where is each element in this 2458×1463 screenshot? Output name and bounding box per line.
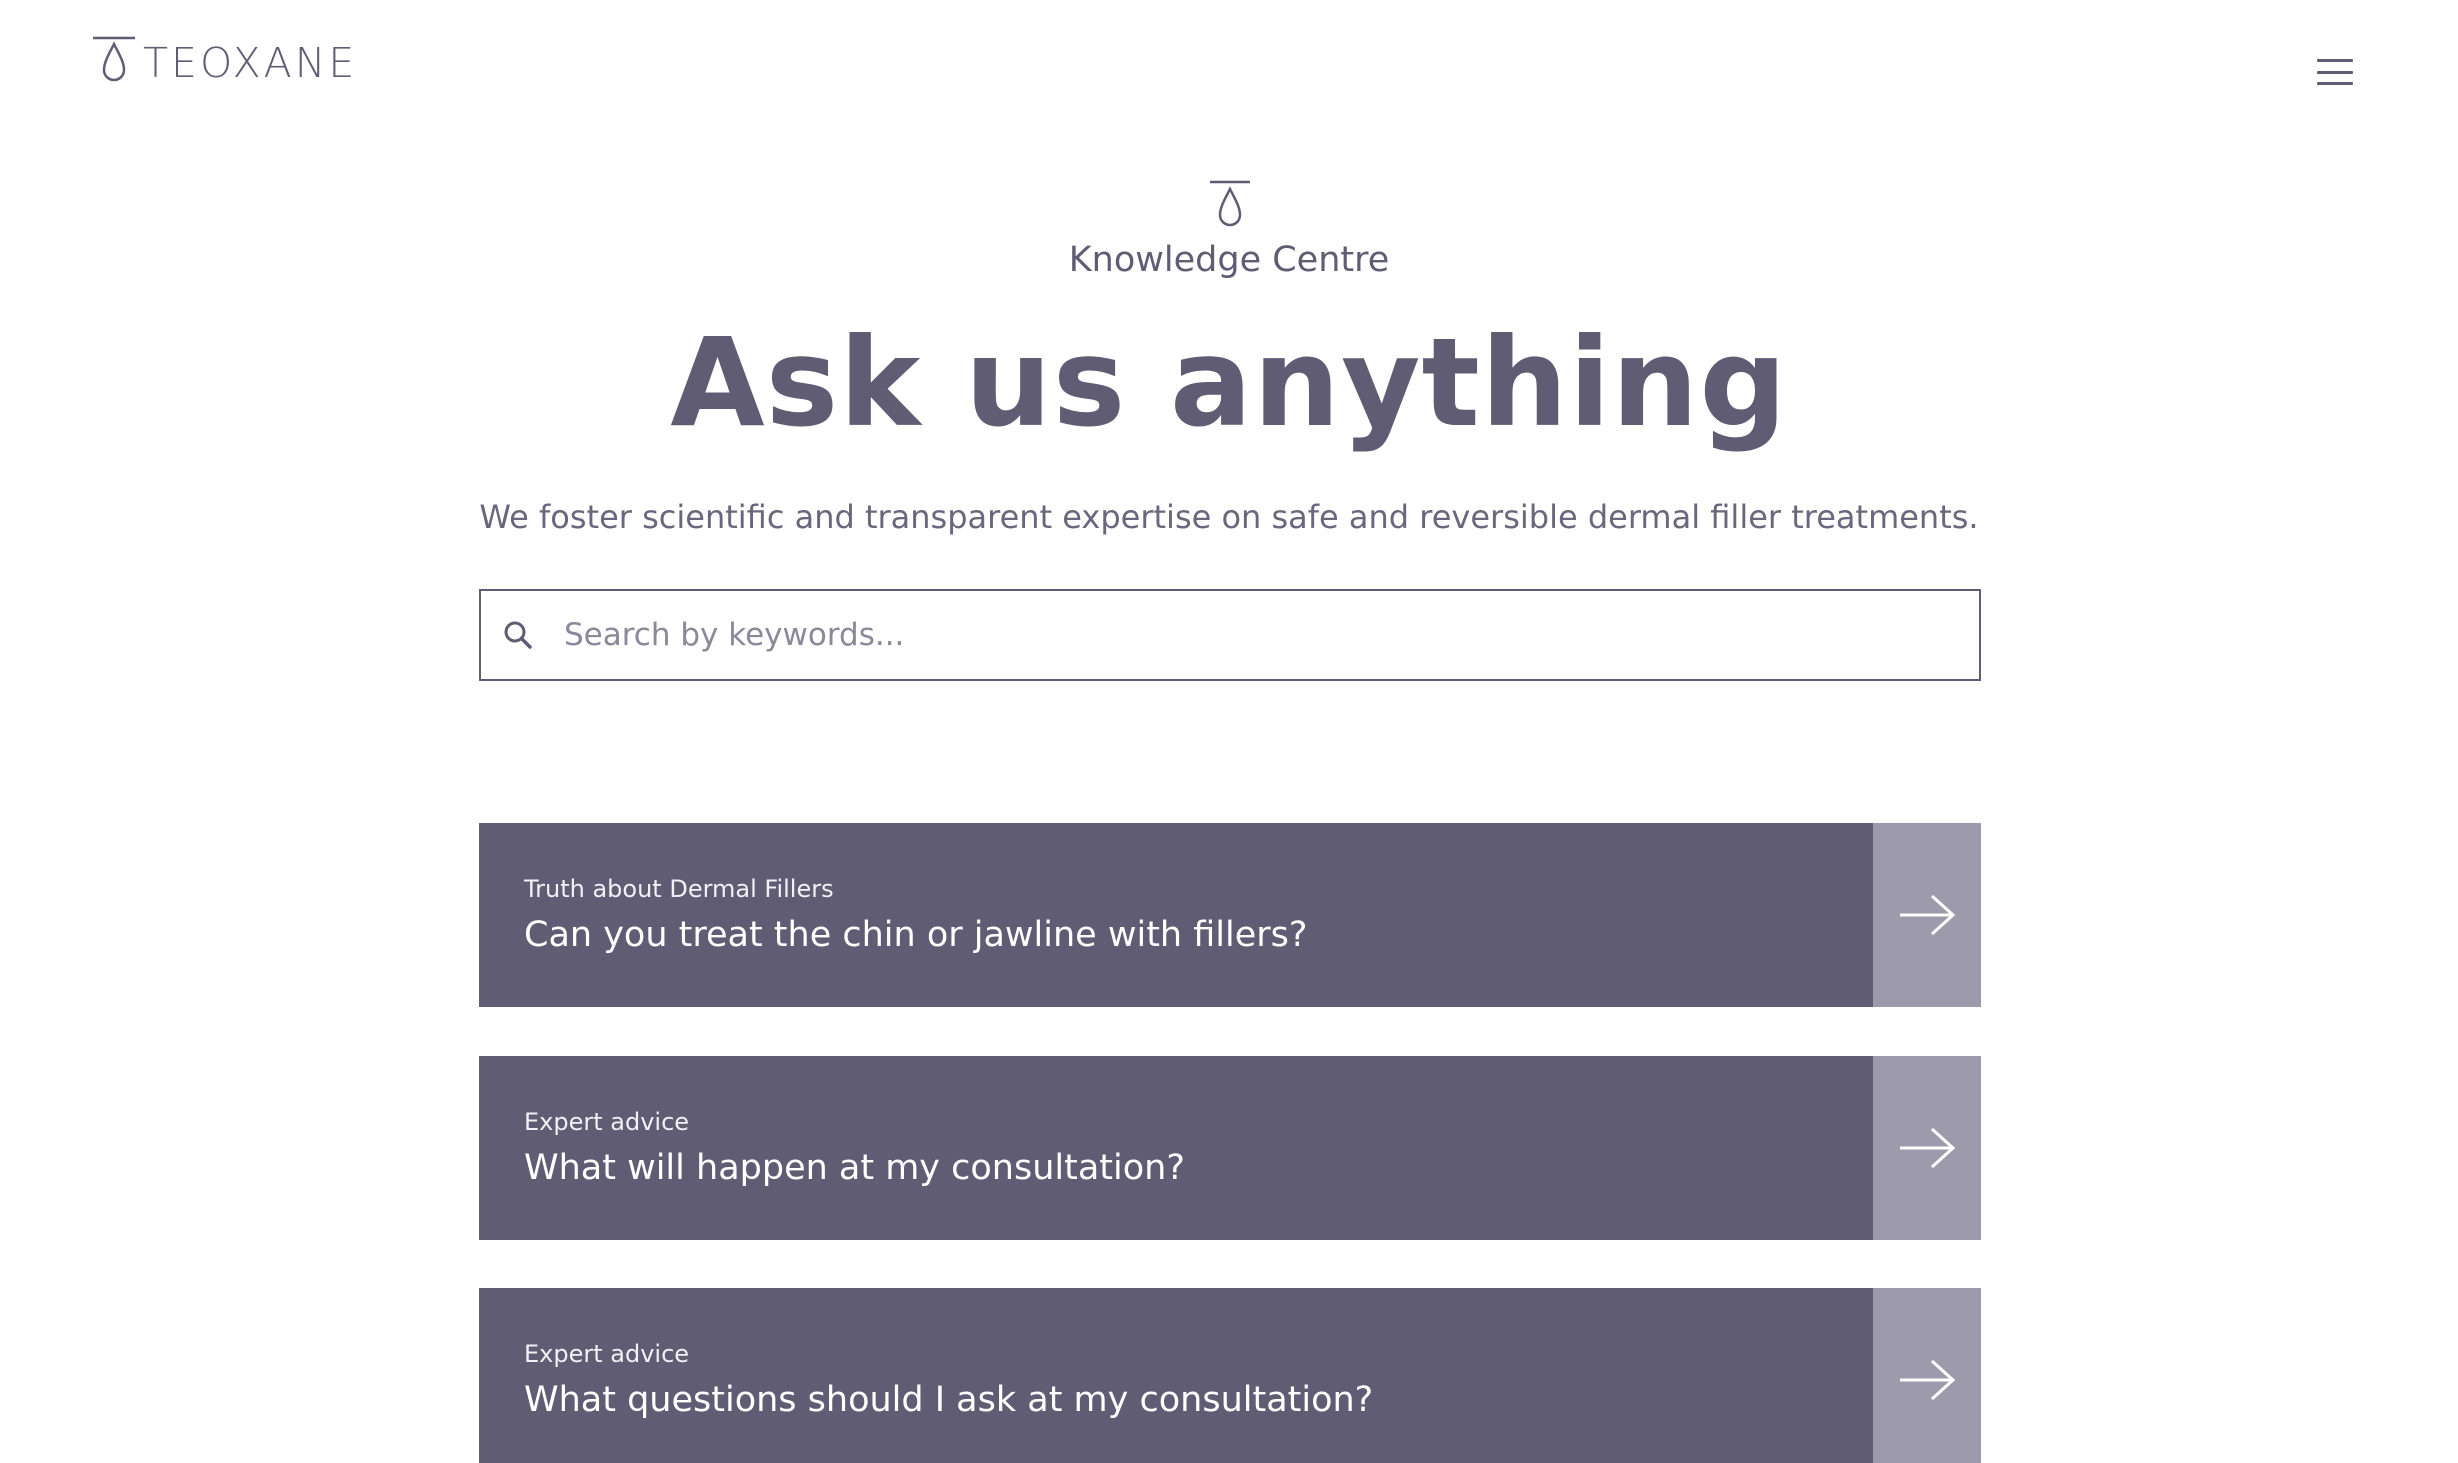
menu-line xyxy=(2317,59,2353,62)
article-card-body[interactable]: Truth about Dermal Fillers Can you treat… xyxy=(479,823,1873,1007)
article-arrow-button[interactable] xyxy=(1873,1056,1981,1240)
article-question[interactable]: Can you treat the chin or jawline with f… xyxy=(524,915,1873,955)
arrow-right-icon xyxy=(1900,894,1956,936)
arrow-right-icon xyxy=(1900,1359,1956,1401)
menu-line xyxy=(2317,82,2353,85)
teoxane-logo[interactable]: TEOXANE xyxy=(91,36,357,86)
article-arrow-button[interactable] xyxy=(1873,1288,1981,1463)
article-category: Expert advice xyxy=(524,1108,690,1136)
menu-line xyxy=(2317,70,2353,74)
article-card[interactable]: Expert advice What will happen at my con… xyxy=(479,1056,1981,1240)
search-icon[interactable] xyxy=(502,619,534,651)
page-subtitle: We foster scientific and transparent exp… xyxy=(479,498,1979,536)
article-card-body[interactable]: Expert advice What questions should I as… xyxy=(479,1288,1873,1463)
article-category: Expert advice xyxy=(524,1340,690,1368)
article-arrow-button[interactable] xyxy=(1873,823,1981,1007)
article-card[interactable]: Expert advice What questions should I as… xyxy=(479,1288,1981,1463)
search-input[interactable] xyxy=(564,591,1979,679)
article-question[interactable]: What will happen at my consultation? xyxy=(524,1148,1873,1188)
section-label: Knowledge Centre xyxy=(1068,240,1390,280)
article-card-body[interactable]: Expert advice What will happen at my con… xyxy=(479,1056,1873,1240)
arrow-right-icon xyxy=(1900,1127,1956,1169)
hamburger-menu-icon[interactable] xyxy=(2315,56,2355,88)
article-question[interactable]: What questions should I ask at my consul… xyxy=(524,1380,1873,1420)
page-title: Ask us anything xyxy=(670,312,1788,454)
brand-wordmark: TEOXANE xyxy=(143,39,358,87)
knowledge-centre-drop-icon xyxy=(1210,180,1250,227)
article-card[interactable]: Truth about Dermal Fillers Can you treat… xyxy=(479,823,1981,1007)
page: TEOXANE Knowledge Centre Ask us anything… xyxy=(0,0,2458,1463)
article-category: Truth about Dermal Fillers xyxy=(524,875,834,903)
teoxane-drop-logo-icon xyxy=(93,36,135,82)
search-box[interactable] xyxy=(479,589,1981,681)
